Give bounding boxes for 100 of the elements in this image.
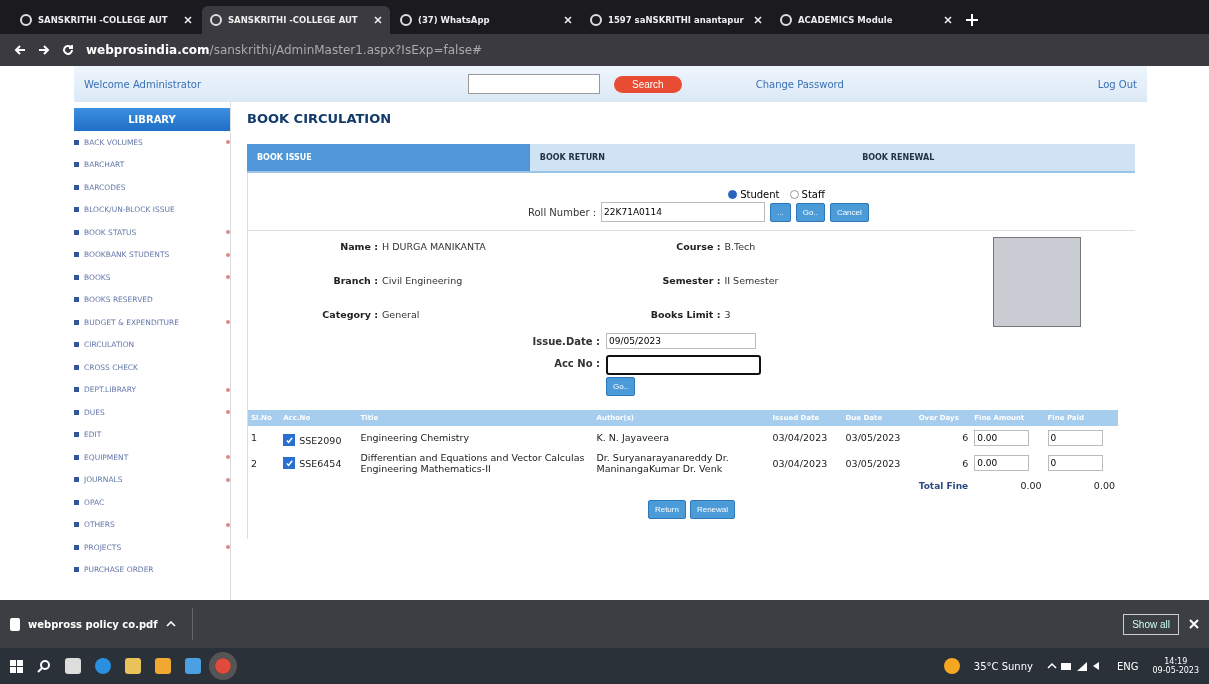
close-icon[interactable] <box>184 16 192 24</box>
fine-paid-field[interactable]: 0 <box>1047 429 1103 446</box>
table-cell: 6 <box>915 426 972 449</box>
action-button[interactable]: ... <box>770 202 791 222</box>
browser-tab[interactable]: ACADEMICS Module <box>772 6 960 34</box>
browser-tab[interactable]: (37) WhatsApp <box>392 6 580 34</box>
windows-logo-icon[interactable] <box>10 659 23 673</box>
globe-icon <box>590 14 602 26</box>
clock-date: 09-05-2023 <box>1152 666 1199 675</box>
bullet-icon <box>74 432 79 438</box>
fine-paid-field[interactable]: 0 <box>1047 455 1103 471</box>
field-label: Branch : <box>332 275 378 288</box>
field-label: Books Limit : <box>649 309 721 322</box>
fine-field[interactable]: 0.00 <box>974 429 1030 446</box>
back-icon[interactable] <box>14 44 26 56</box>
field-value: General <box>382 309 420 322</box>
bullet-icon <box>74 364 79 370</box>
table-cell-text: 03/04/2023 <box>771 456 829 471</box>
bullet-icon <box>74 162 79 168</box>
search-icon[interactable] <box>37 659 51 673</box>
close-icon[interactable] <box>754 16 762 24</box>
browser-tab[interactable]: 1597 saNSKRITHI anantapur <box>582 6 770 34</box>
bullet-icon <box>74 342 79 348</box>
bullet-icon <box>74 319 79 325</box>
field-value: 3 <box>724 309 731 322</box>
action-button[interactable]: Return <box>647 500 686 519</box>
roll-number-field[interactable]: 22K71A0114 <box>601 202 766 222</box>
roll-number-label: Roll Number : <box>528 206 597 218</box>
sun-icon <box>943 658 960 674</box>
bullet-icon <box>74 499 79 505</box>
forward-icon[interactable] <box>38 44 50 56</box>
close-icon[interactable] <box>944 16 952 24</box>
table-cell: SSE2090 <box>299 434 342 446</box>
close-icon[interactable] <box>374 16 382 24</box>
checkbox[interactable] <box>283 457 296 469</box>
action-button[interactable]: Go.. <box>795 202 825 222</box>
total-fine-value: 0.00 <box>1019 479 1043 493</box>
tab[interactable]: BOOK RENEWAL <box>852 144 1135 171</box>
total-paid-value: 0.00 <box>1092 479 1116 493</box>
bullet-icon <box>74 274 79 280</box>
url-field[interactable]: webprosindia.com/sanskrithi/AdminMaster1.aspx?IsExp=false# <box>86 43 1195 57</box>
globe-icon <box>400 14 412 26</box>
acc-no-field[interactable] <box>606 355 761 375</box>
table-cell-text: 03/05/2023 <box>844 456 902 471</box>
fine-field[interactable]: 0.00 <box>974 455 1030 471</box>
document-icon <box>10 617 20 631</box>
tab[interactable]: BOOK ISSUE <box>247 144 530 171</box>
field-value: II Semester <box>724 275 779 288</box>
radio-option[interactable]: Student <box>728 189 780 200</box>
browser-tab[interactable]: SANSKRITHI -COLLEGE AUT <box>12 6 200 34</box>
action-button[interactable]: Cancel <box>829 202 869 222</box>
radio-option[interactable]: Staff <box>789 189 825 200</box>
field-value: B.Tech <box>724 241 756 254</box>
welcome-text: Welcome Administrator <box>84 78 203 90</box>
bullet-icon <box>74 207 79 213</box>
bullet-icon <box>74 544 79 550</box>
field-value: Civil Engineering <box>382 275 463 288</box>
field-value: H DURGA MANIKANTA <box>382 241 486 254</box>
bullet-icon <box>74 454 79 460</box>
tab[interactable]: BOOK RETURN <box>529 144 853 171</box>
language-indicator[interactable]: ENG <box>1116 660 1139 672</box>
logout-link[interactable]: Log Out <box>1097 78 1137 90</box>
close-icon[interactable] <box>564 16 572 24</box>
bullet-icon <box>74 139 79 145</box>
browser-tab[interactable]: SANSKRITHI -COLLEGE AUT <box>202 6 390 34</box>
table-cell-text: Differentian and Equations and Vector Calculas Engineering Mathematics-II <box>359 451 586 476</box>
show-all-button[interactable]: Show all <box>1123 613 1179 635</box>
bullet-icon <box>74 567 79 573</box>
table-cell: 03/04/2023 <box>769 426 843 449</box>
table-cell-text: 6 <box>961 456 970 471</box>
total-fine-label: Total Fine <box>918 481 969 491</box>
table-cell-text: 2 <box>250 456 259 471</box>
globe-icon <box>20 14 32 26</box>
search-field[interactable] <box>468 74 600 94</box>
bullet-icon <box>74 522 79 528</box>
search-button[interactable]: Search <box>614 75 682 93</box>
table-cell: 1 <box>248 426 281 449</box>
bullet-icon <box>74 387 79 393</box>
table-cell: 03/05/2023 <box>842 426 916 449</box>
field-label: Name : <box>339 241 378 254</box>
acc-no-label: Acc No : <box>553 357 600 369</box>
reload-icon[interactable] <box>62 44 74 56</box>
issue-date-field[interactable]: 09/05/2023 <box>606 333 756 349</box>
globe-icon <box>210 14 222 26</box>
download-item[interactable]: webpross policy co.pdf <box>10 608 193 640</box>
field-label: Course : <box>675 241 721 254</box>
page-title: BOOK CIRCULATION <box>247 110 393 128</box>
sidebar-title: LIBRARY <box>74 108 230 131</box>
issue-date-label: Issue.Date : <box>531 335 600 347</box>
bullet-icon <box>74 297 79 303</box>
change-password-link[interactable]: Change Password <box>755 78 844 90</box>
go-button[interactable]: Go.. <box>606 377 636 396</box>
caret-icon[interactable] <box>165 621 176 627</box>
checkbox[interactable] <box>283 434 296 446</box>
browser-icon[interactable] <box>95 658 111 674</box>
weather-text: 35°C Sunny <box>973 660 1033 672</box>
clock-time: 14:19 <box>1164 657 1188 666</box>
action-button[interactable]: Renewal <box>689 500 736 519</box>
table-cell: Engineering Chemistry <box>357 426 594 449</box>
new-tab-icon[interactable] <box>966 14 978 26</box>
